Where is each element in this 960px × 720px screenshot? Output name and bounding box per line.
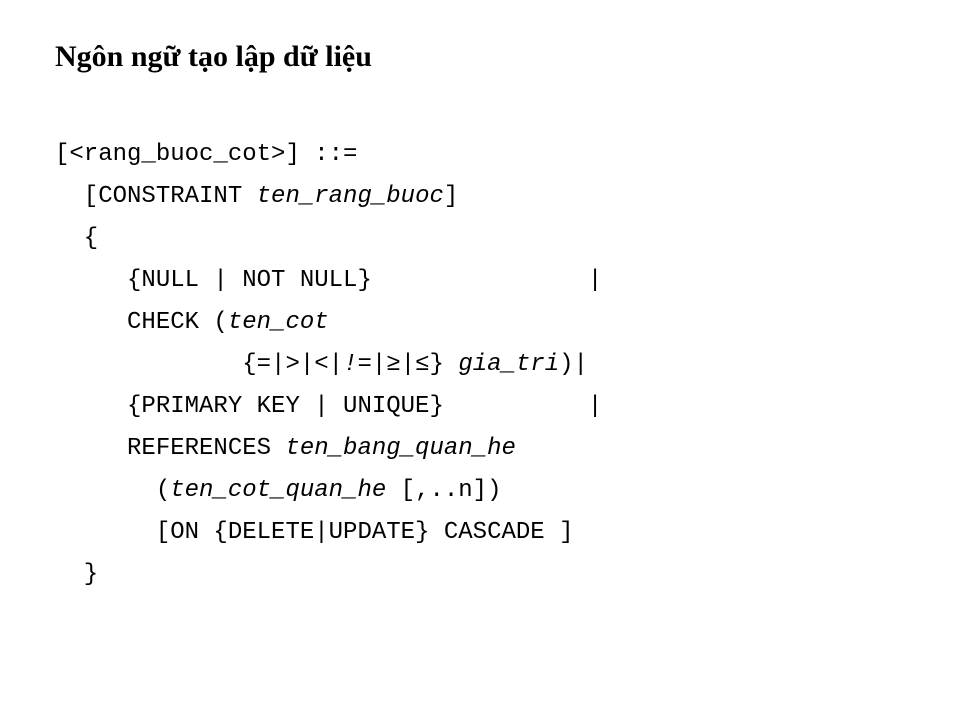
- code-line-6-j: ≥: [386, 351, 400, 378]
- code-line-6-d: >: [285, 351, 299, 378]
- code-line-6-a: {: [55, 351, 257, 378]
- code-line-3: {: [55, 225, 98, 252]
- code-line-1: [<rang_buoc_cot>] ::=: [55, 141, 357, 168]
- code-line-9-b: ten_cot_quan_he: [170, 477, 386, 504]
- code-line-2-a: [CONSTRAINT: [55, 183, 257, 210]
- code-line-2-b: ten_rang_buoc: [257, 183, 444, 210]
- code-line-5-a: CHECK (: [55, 309, 228, 336]
- code-line-2-c: ]: [444, 183, 458, 210]
- page-title: Ngôn ngữ tạo lập dữ liệu: [55, 40, 905, 74]
- code-line-11: }: [55, 561, 98, 588]
- code-line-10: [ON {DELETE|UPDATE} CASCADE ]: [55, 519, 573, 546]
- code-line-6-f: <: [314, 351, 328, 378]
- code-line-8-b: ten_bang_quan_he: [285, 435, 515, 462]
- code-line-6-i: |: [372, 351, 386, 378]
- code-line-6-h: !=: [343, 351, 372, 378]
- code-line-6-n: gia_tri: [458, 351, 559, 378]
- code-line-6-l: ≤: [415, 351, 429, 378]
- code-line-6-c: |: [271, 351, 285, 378]
- code-line-7: {PRIMARY KEY | UNIQUE} |: [55, 393, 602, 420]
- code-line-9-c: [,..n]): [386, 477, 501, 504]
- code-line-8-a: REFERENCES: [55, 435, 285, 462]
- code-line-4: {NULL | NOT NULL} |: [55, 267, 602, 294]
- code-line-5-b: ten_cot: [228, 309, 329, 336]
- code-line-6-m: }: [430, 351, 459, 378]
- code-line-6-e: |: [300, 351, 314, 378]
- code-block: [<rang_buoc_cot>] ::= [CONSTRAINT ten_ra…: [55, 134, 905, 596]
- code-line-6-b: =: [257, 351, 271, 378]
- code-line-6-o: )|: [559, 351, 588, 378]
- code-line-6-k: |: [401, 351, 415, 378]
- code-line-9-a: (: [55, 477, 170, 504]
- code-line-6-g: |: [329, 351, 343, 378]
